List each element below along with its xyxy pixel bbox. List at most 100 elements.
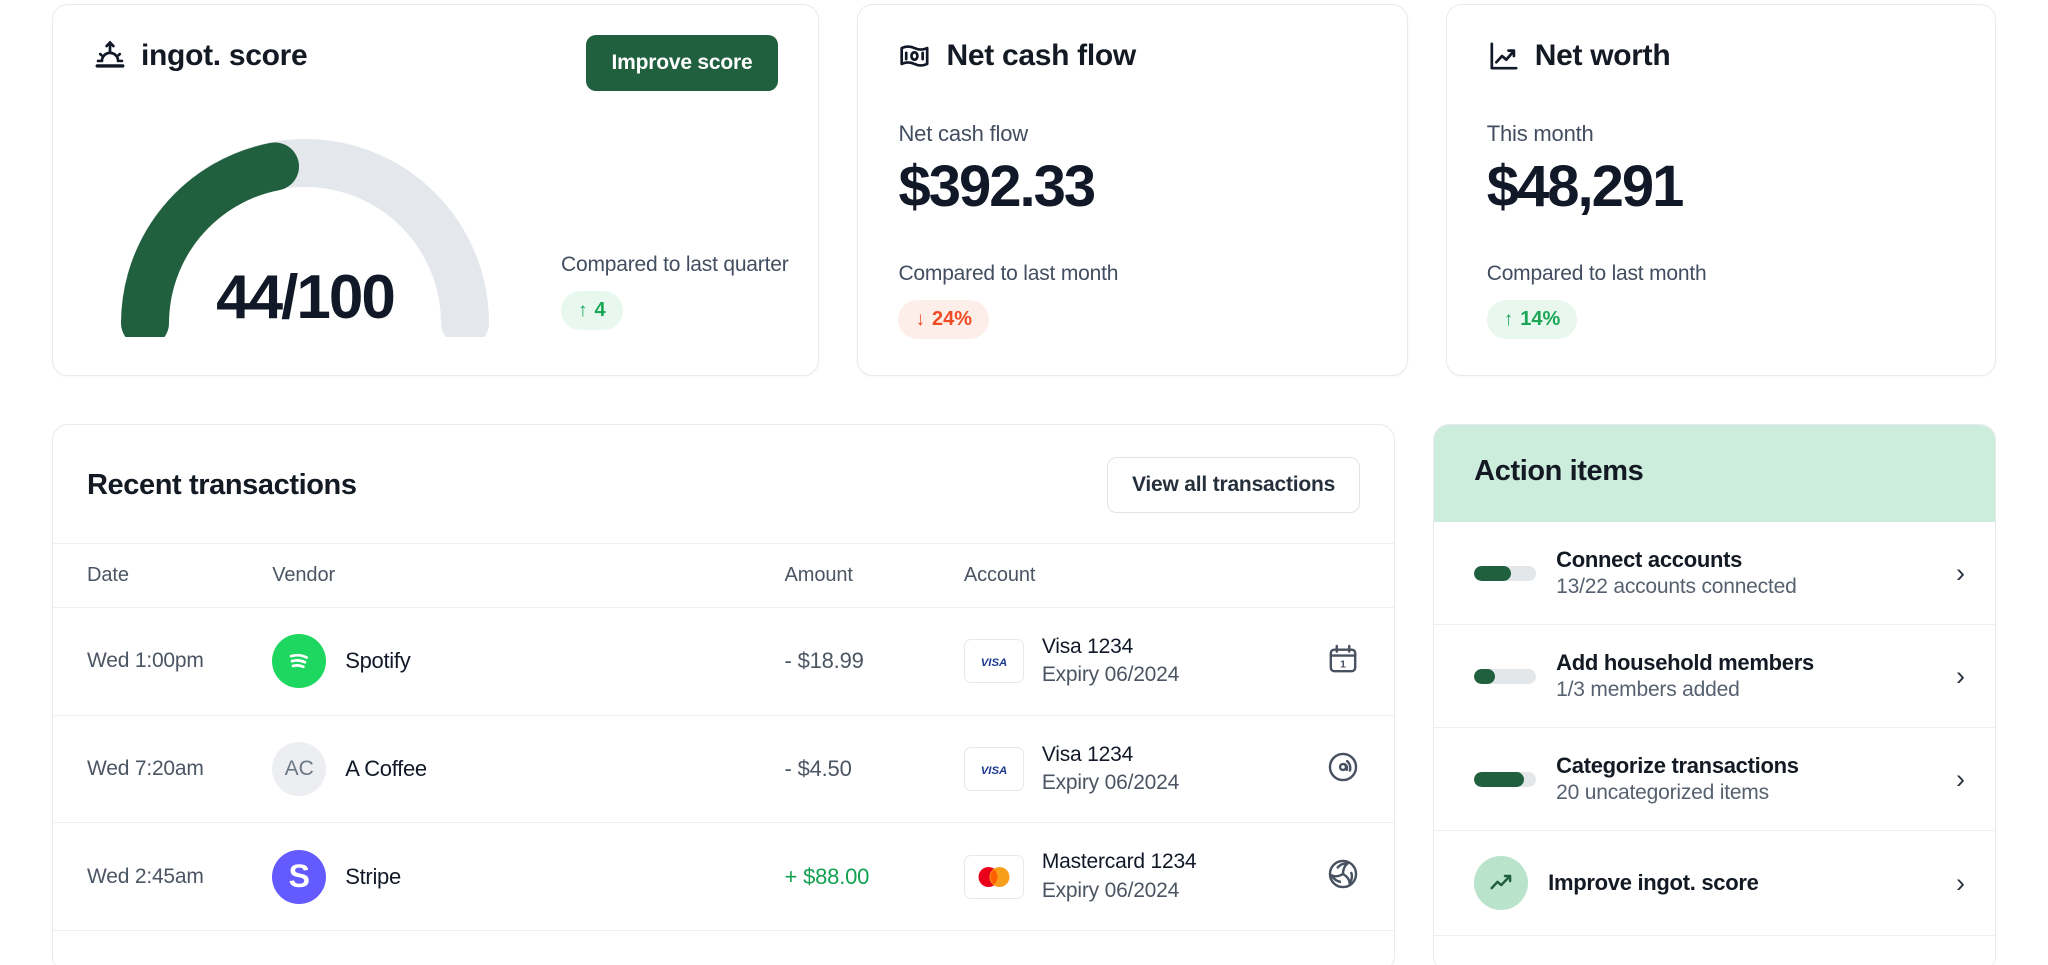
account-expiry: Expiry 06/2024: [1041, 663, 1180, 687]
improve-score-button[interactable]: Improve score: [585, 35, 779, 91]
progress-bar: [1474, 668, 1537, 684]
spotify-logo-icon: [272, 634, 327, 689]
cash-card-title: Net cash flow: [946, 39, 1136, 72]
action-item-subtitle: 20 uncategorized items: [1556, 781, 1769, 804]
chevron-right-icon[interactable]: ›: [1956, 559, 1965, 587]
transaction-amount: - $4.50: [784, 756, 852, 782]
sunrise-icon: [93, 39, 127, 73]
trend-up-icon: [1474, 856, 1529, 910]
pinwheel-icon[interactable]: [1326, 857, 1360, 891]
recent-transactions-card: Recent transactions View all transaction…: [52, 424, 1396, 965]
worth-value: $48,291: [1486, 154, 1685, 219]
avatar: AC: [272, 742, 327, 797]
vendor-name: Stripe: [345, 863, 401, 889]
account-expiry: Expiry 06/2024: [1041, 771, 1180, 795]
action-items-header: Action items: [1434, 425, 1995, 522]
view-all-transactions-button[interactable]: View all transactions: [1107, 457, 1361, 513]
account-name: Mastercard 1234: [1041, 850, 1197, 874]
column-header-category: [1301, 543, 1395, 608]
progress-bar: [1474, 771, 1537, 787]
account-cell: Mastercard 1234 Expiry 06/2024: [963, 848, 1302, 905]
vendor-name: A Coffee: [345, 756, 427, 782]
cash-sub-label: Net cash flow: [898, 121, 1028, 146]
worth-delta-badge: ↑ 14%: [1486, 300, 1578, 339]
action-item-add-household-members[interactable]: Add household members 1/3 members added ›: [1434, 625, 1995, 728]
transaction-date: Wed 1:00pm: [87, 649, 204, 673]
vendor-name: Spotify: [345, 648, 411, 674]
action-item-categorize-transactions[interactable]: Categorize transactions 20 uncategorized …: [1434, 728, 1995, 831]
dashboard-page: ingot. score Improve score 44/100 Compar…: [0, 0, 2048, 965]
worth-card-header: Net worth: [1487, 39, 1955, 73]
score-value: 44/100: [216, 263, 396, 332]
score-delta-value: 4: [594, 299, 606, 321]
action-item-title: Add household members: [1556, 650, 1814, 675]
action-items-list: Connect accounts 13/22 accounts connected…: [1434, 522, 1995, 936]
mastercard-logo-icon: [963, 854, 1024, 899]
table-row[interactable]: Wed 7:20am AC A Coffee - $4.50 VISA Visa 1234…: [53, 715, 1395, 824]
column-header-account: Account: [963, 543, 1302, 608]
action-item-title: Connect accounts: [1556, 547, 1743, 572]
disc-icon[interactable]: [1326, 750, 1360, 784]
cash-delta-value: 24%: [931, 308, 972, 330]
progress-bar: [1474, 565, 1537, 581]
trend-up-chart-icon: [1487, 39, 1521, 73]
stripe-logo-icon: S: [272, 849, 327, 904]
action-item-improve-ingot-score[interactable]: Improve ingot. score ›: [1434, 831, 1995, 936]
arrow-down-icon: ↓: [915, 309, 925, 330]
transactions-title: Recent transactions: [87, 468, 357, 501]
page-title: ingot. score: [141, 39, 308, 72]
vendor-cell: Spotify: [272, 634, 784, 689]
account-cell: VISA Visa 1234 Expiry 06/2024: [963, 741, 1302, 798]
transactions-body: Wed 1:00pm Spotify - $18.99 VISA Visa 1234 Ex…: [53, 607, 1395, 932]
table-row[interactable]: Wed 1:00pm Spotify - $18.99 VISA Visa 1234 Ex…: [53, 607, 1395, 716]
chevron-right-icon[interactable]: ›: [1956, 869, 1965, 897]
cash-card-header: Net cash flow: [898, 39, 1366, 73]
vendor-cell: AC A Coffee: [272, 742, 784, 797]
action-item-subtitle: 1/3 members added: [1556, 678, 1740, 701]
transaction-amount: + $88.00: [784, 863, 870, 889]
arrow-up-icon: ↑: [1503, 309, 1514, 330]
net-worth-card: Net worth This month $48,291 Compared to…: [1445, 4, 1996, 376]
worth-sub-label: This month: [1486, 121, 1594, 146]
visa-logo-icon: VISA: [963, 747, 1024, 792]
bottom-row: Recent transactions View all transaction…: [52, 424, 1996, 965]
column-header-vendor: Vendor: [272, 543, 785, 608]
worth-card-title: Net worth: [1534, 39, 1671, 72]
visa-logo-icon: VISA: [963, 639, 1024, 684]
chevron-right-icon[interactable]: ›: [1956, 765, 1965, 793]
action-items-title: Action items: [1474, 455, 1644, 487]
action-item-subtitle: 13/22 accounts connected: [1556, 575, 1797, 598]
action-items-card: Action items Connect accounts 13/22 accou…: [1433, 424, 1996, 965]
action-item-title: Categorize transactions: [1556, 753, 1799, 778]
table-header-row: Date Vendor Amount Account: [53, 543, 1395, 608]
chevron-right-icon[interactable]: ›: [1956, 662, 1965, 690]
column-header-amount: Amount: [784, 543, 964, 608]
ingot-score-card: ingot. score Improve score 44/100 Compar…: [52, 4, 820, 376]
svg-text:VISA: VISA: [981, 764, 1008, 776]
transactions-header: Recent transactions View all transaction…: [53, 425, 1394, 543]
score-gauge: 44/100: [99, 109, 511, 347]
arrow-up-icon: ↑: [578, 300, 588, 321]
transaction-date: Wed 7:20am: [87, 757, 204, 781]
calendar-icon[interactable]: 1: [1326, 642, 1360, 676]
worth-delta-value: 14%: [1520, 308, 1561, 330]
vendor-cell: S Stripe: [272, 849, 784, 904]
action-item-connect-accounts[interactable]: Connect accounts 13/22 accounts connected…: [1434, 522, 1995, 625]
table-row[interactable]: Wed 2:45am S Stripe + $88.00 Mastercard 1234…: [53, 822, 1395, 932]
transactions-table: Date Vendor Amount Account Wed 1:00pm Spo…: [53, 543, 1395, 932]
score-compare-label: Compared to last quarter: [561, 253, 789, 276]
cash-delta-badge: ↓ 24%: [898, 300, 989, 339]
account-cell: VISA Visa 1234 Expiry 06/2024: [963, 633, 1302, 690]
net-cash-flow-card: Net cash flow Net cash flow $392.33 Comp…: [857, 4, 1408, 376]
account-name: Visa 1234: [1041, 635, 1134, 658]
transaction-date: Wed 2:45am: [87, 864, 204, 888]
svg-text:1: 1: [1340, 659, 1346, 670]
transaction-amount: - $18.99: [784, 648, 864, 674]
svg-text:VISA: VISA: [981, 657, 1008, 669]
account-expiry: Expiry 06/2024: [1041, 878, 1180, 902]
worth-compare-label: Compared to last month: [1486, 262, 1707, 285]
account-name: Visa 1234: [1041, 742, 1134, 766]
cash-value: $392.33: [898, 154, 1096, 219]
column-header-date: Date: [53, 543, 273, 608]
action-item-title: Improve ingot. score: [1548, 870, 1759, 895]
